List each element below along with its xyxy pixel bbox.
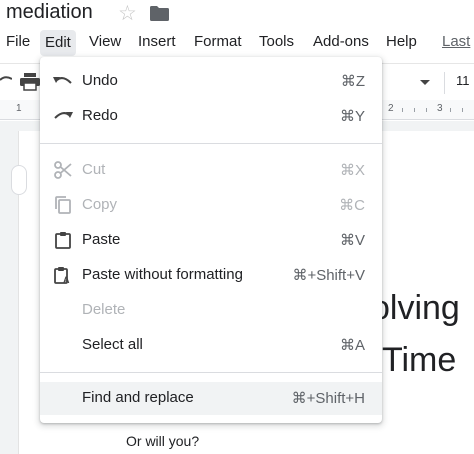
style-dropdown-arrow-icon[interactable] [420, 80, 430, 85]
menu-file[interactable]: File [6, 33, 30, 50]
menu-item-undo[interactable]: Undo ⌘Z [40, 65, 382, 98]
menu-divider [40, 372, 382, 373]
last-edit-link[interactable]: Last [442, 33, 470, 50]
menu-item-paste-without-formatting[interactable]: A Paste without formatting ⌘+Shift+V [40, 259, 382, 292]
print-icon[interactable] [20, 73, 40, 91]
menu-addons[interactable]: Add-ons [313, 33, 369, 50]
ruler-mark: 3 [437, 103, 443, 114]
menu-edit[interactable]: Edit [40, 30, 76, 56]
menu-view[interactable]: View [89, 33, 121, 50]
menu-insert[interactable]: Insert [138, 33, 176, 50]
menu-item-select-all[interactable]: Select all ⌘A [40, 329, 382, 362]
ruler-mark: 1 [16, 103, 22, 114]
edit-menu: Undo ⌘Z Redo ⌘Y Cut ⌘X Copy ⌘C Paste ⌘V … [40, 57, 382, 423]
heading-text[interactable]: Time [382, 341, 456, 380]
toolbar-divider [444, 72, 445, 94]
font-size-field[interactable]: 11 [456, 73, 470, 88]
outline-toggle[interactable] [11, 165, 27, 195]
undo-icon[interactable] [0, 74, 13, 88]
menu-item-cut: Cut ⌘X [40, 154, 382, 187]
menu-item-delete: Delete [82, 301, 126, 318]
menu-format[interactable]: Format [194, 33, 242, 50]
menu-item-paste[interactable]: Paste ⌘V [40, 224, 382, 257]
menu-help[interactable]: Help [386, 33, 417, 50]
clipboard-icon [52, 230, 74, 250]
menu-bar: File Edit View Insert Format Tools Add-o… [0, 30, 474, 56]
redo-icon [52, 106, 74, 126]
menu-item-redo[interactable]: Redo ⌘Y [40, 100, 382, 133]
menu-tools[interactable]: Tools [259, 33, 294, 50]
ruler-mark: 2 [388, 103, 394, 114]
clipboard-text-icon: A [52, 265, 74, 285]
document-title[interactable]: mediation [6, 1, 93, 24]
folder-icon[interactable] [150, 6, 169, 21]
undo-icon [52, 71, 74, 91]
svg-text:A: A [63, 275, 70, 284]
body-text[interactable]: Or will you? [126, 433, 199, 449]
copy-icon [52, 195, 74, 215]
heading-text[interactable]: olving [371, 289, 460, 328]
menu-item-copy: Copy ⌘C [40, 189, 382, 222]
menu-item-find-and-replace[interactable]: Find and replace ⌘+Shift+H [40, 382, 382, 415]
star-icon[interactable]: ☆ [118, 1, 137, 26]
scissors-icon [52, 160, 74, 180]
menu-divider [40, 143, 382, 144]
